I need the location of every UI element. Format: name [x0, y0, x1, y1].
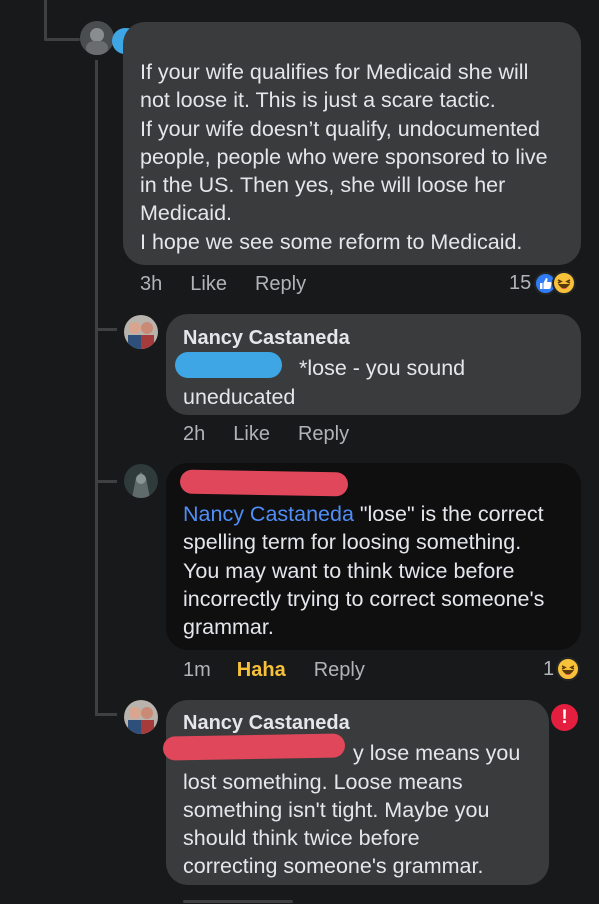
reply-bubble: Nancy Castaneda y lose means you lost so…: [166, 700, 549, 885]
reply-button[interactable]: Reply: [314, 659, 365, 682]
comment-time[interactable]: 1m: [183, 659, 211, 682]
haha-icon: [556, 657, 581, 681]
warning-icon[interactable]: !: [551, 704, 578, 731]
comment-text: If your wife qualifies for Medicaid she …: [140, 60, 548, 254]
redacted-mention: [162, 733, 346, 761]
avatar[interactable]: [80, 21, 114, 55]
comment-time[interactable]: 2h: [183, 423, 205, 446]
like-button[interactable]: Like: [190, 273, 227, 296]
reaction-summary[interactable]: 15: [509, 271, 577, 295]
redacted-mention: [175, 352, 282, 378]
haha-icon: [552, 271, 577, 295]
avatar[interactable]: [124, 700, 158, 734]
thread-branch-3: [95, 713, 117, 716]
reply-button[interactable]: Reply: [255, 273, 306, 296]
comment-actions: 2h Like Reply: [183, 423, 349, 446]
comment-text: y lose means you lost something. Loose m…: [183, 741, 521, 879]
thread-branch-1: [95, 328, 117, 331]
reaction-count: 1: [543, 657, 555, 680]
like-button[interactable]: Like: [233, 423, 270, 446]
redacted-author-name: [179, 469, 349, 497]
thread-line-main: [95, 60, 98, 715]
cut-off-status-text: [183, 895, 293, 904]
comment-actions: 3h Like Reply: [140, 273, 306, 296]
thread-line-top-curve: [44, 38, 80, 41]
avatar[interactable]: [124, 315, 158, 349]
reaction-count: 15: [509, 271, 532, 294]
haha-reaction-button[interactable]: Haha: [237, 659, 286, 682]
comment-bubble: If your wife qualifies for Medicaid she …: [123, 22, 581, 265]
reaction-summary[interactable]: 1: [543, 657, 581, 681]
comment-text: Nancy Castaneda "lose" is the correct sp…: [183, 502, 545, 640]
comment-author[interactable]: Nancy Castaneda: [183, 709, 549, 737]
comment-actions: 1m Haha Reply: [183, 659, 365, 682]
mention-link[interactable]: Nancy Castaneda: [183, 502, 354, 526]
avatar[interactable]: [124, 464, 158, 498]
reply-button[interactable]: Reply: [298, 423, 349, 446]
comment-author[interactable]: Nancy Castaneda: [183, 324, 581, 352]
thread-branch-2: [95, 480, 117, 483]
comment-text-line2: uneducated: [183, 384, 296, 409]
thread-line-top: [44, 0, 47, 40]
comment-time[interactable]: 3h: [140, 273, 162, 296]
